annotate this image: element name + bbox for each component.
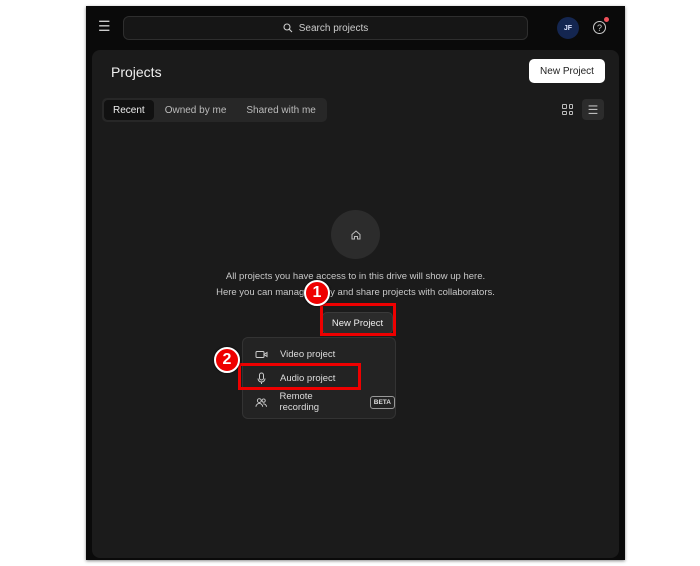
projects-panel: Projects New Project Recent Owned by me …: [92, 50, 619, 558]
video-icon: [255, 350, 268, 358]
help-icon[interactable]: ?: [593, 21, 606, 34]
grid-view-icon[interactable]: [562, 104, 573, 115]
search-input[interactable]: Search projects: [123, 16, 528, 40]
highlight-box-step1: [320, 303, 396, 336]
app-window: ☰ Search projects JF ? Projects New Proj…: [86, 6, 625, 560]
empty-state-line1: All projects you have access to in this …: [225, 271, 486, 282]
avatar[interactable]: JF: [557, 17, 579, 39]
home-icon: [351, 229, 360, 239]
list-view-icon[interactable]: ☰: [582, 99, 604, 120]
hamburger-menu-icon[interactable]: ☰: [98, 19, 111, 33]
new-project-button[interactable]: New Project: [529, 59, 605, 83]
notification-dot: [604, 17, 609, 22]
page-title: Projects: [111, 64, 162, 80]
tab-shared-with-me[interactable]: Shared with me: [237, 100, 324, 120]
step-badge-2: 2: [214, 347, 240, 373]
empty-state-line2: Here you can manage, copy and share proj…: [216, 287, 495, 298]
top-bar: ☰ Search projects JF ?: [86, 6, 625, 50]
search-placeholder: Search projects: [298, 22, 369, 34]
users-icon: [255, 397, 267, 407]
tab-owned-by-me[interactable]: Owned by me: [156, 100, 236, 120]
filter-tabs: Recent Owned by me Shared with me: [102, 98, 327, 122]
menu-item-label: Remote recording: [279, 391, 320, 413]
beta-badge: BETA: [369, 395, 395, 409]
menu-item-remote-recording[interactable]: Remote recording BETA: [243, 390, 395, 414]
tab-recent[interactable]: Recent: [104, 100, 154, 120]
menu-item-label: Video project: [280, 348, 336, 360]
search-icon: [283, 23, 293, 33]
empty-state-icon-circle: [331, 210, 380, 259]
step-badge-1: 1: [304, 280, 330, 306]
highlight-box-step2: [238, 363, 361, 390]
